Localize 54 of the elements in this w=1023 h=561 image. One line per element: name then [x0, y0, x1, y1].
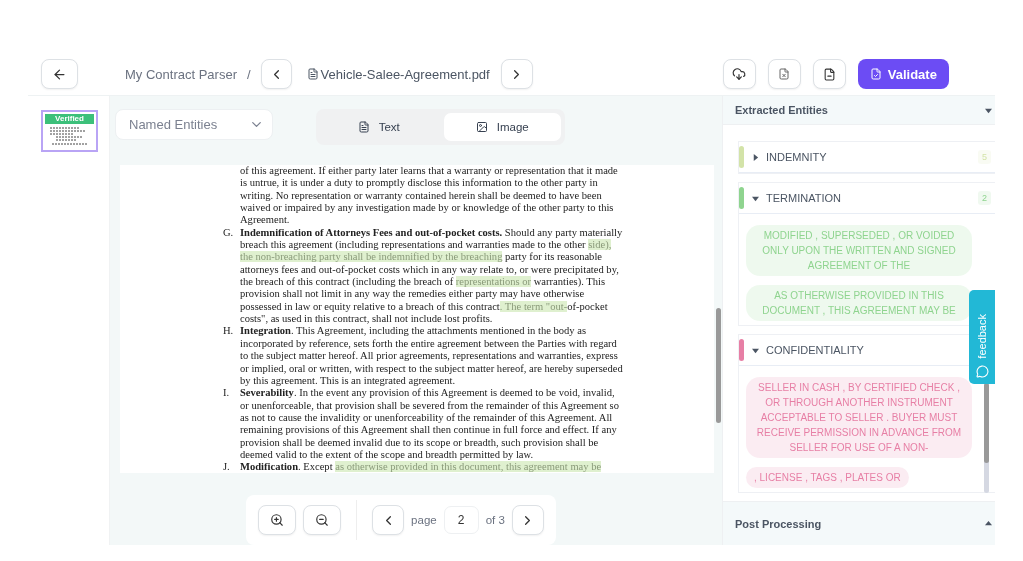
contract-clause: Indemnification of Attorneys Fees and out-of-pocket costs. Should any party materially breach this agreement (including representations and warranties made to the other side), the non-breaching party shall be indemnified by the breaching party for its reasonable attorneys fees and out-of-pocket costs which in any way relate to, or were precipitated by, the breach of this contract (including the breach of representations or warranties). This provision shall not limit in any way the remedies either party may have otherwise possessed in law or equity relative to a breach of this contract. The term "out-of-pocket costs", as used in this contract, shall not include lost profits. — [240, 226, 623, 326]
entity-count: 5 — [978, 150, 991, 164]
entity-group-toggle[interactable]: TERMINATION — [752, 192, 841, 204]
breadcrumb-link[interactable]: My Contract Parser — [125, 66, 237, 82]
chat-icon — [975, 365, 989, 378]
previous-page-button[interactable] — [372, 505, 405, 535]
export-button[interactable] — [767, 59, 801, 89]
zoom-in-icon — [270, 513, 285, 527]
clause-letter: G. — [223, 226, 235, 240]
contract-clause: Integration. This Agreement, including the attachments mentioned in the body as incorporated by reference, sets forth the entire agreement between the Parties with regard to the subject matter hereof. All prior agreements, representations and warranties, express or implied, oral or written, with respect to the subject matter hereof, are hereby superseded by this agreement. This is an integrated agreement. — [240, 325, 623, 388]
panel-title: Extracted Entities — [735, 104, 828, 116]
entity-group-toggle[interactable]: INDEMNITY — [752, 151, 827, 163]
entity-select[interactable]: Named Entities — [115, 109, 273, 140]
page-label: page — [411, 514, 437, 526]
previous-file-button[interactable] — [260, 59, 292, 89]
file-icon — [306, 68, 319, 80]
file-check-icon — [869, 68, 882, 80]
caret-down-icon — [752, 346, 759, 354]
next-page-button[interactable] — [511, 505, 544, 535]
contract-clause: of this agreement. If either party later learns that a warranty or representation that it made is untrue, it is under a duty to promptly disclose this information to the other party in writing. No representation or warranty contained herein shall be deemed to have been waived or impaired by any investigation made by or knowledge of the other party to this Agreement. — [240, 165, 619, 227]
image-icon — [475, 121, 488, 133]
file-x-icon — [778, 68, 791, 80]
document-button[interactable] — [812, 59, 846, 89]
clause-letter: H. — [223, 325, 235, 339]
caret-down-icon — [752, 194, 759, 202]
next-file-button[interactable] — [500, 59, 533, 89]
zoom-out-button[interactable] — [303, 505, 342, 535]
view-tab[interactable]: Text — [320, 113, 438, 141]
back-button[interactable] — [41, 59, 78, 89]
page-total: of 3 — [485, 514, 505, 526]
zoom-in-button[interactable] — [258, 505, 297, 535]
scrollbar-thumb[interactable] — [984, 383, 989, 463]
document-icon — [357, 121, 370, 133]
verified-badge: Verified — [45, 114, 94, 124]
zoom-out-icon — [315, 513, 330, 527]
scrollbar-thumb[interactable] — [716, 308, 722, 423]
clause-letter: I. — [223, 387, 231, 401]
clause-letter: J. — [223, 461, 231, 473]
view-tab[interactable]: Image — [443, 113, 561, 141]
cloud-download-icon — [732, 67, 747, 81]
contract-clause: Modification. Except as otherwise provided in this document, this agreement may be — [240, 461, 603, 473]
file-minus-icon — [822, 67, 836, 81]
page-number-field[interactable]: 2 — [443, 506, 479, 534]
entity-count: 2 — [978, 191, 991, 205]
caret-up-icon — [985, 520, 992, 527]
caret-right-icon — [752, 153, 759, 161]
panel-title: Post Processing — [735, 517, 822, 530]
validate-button[interactable]: Validate — [857, 59, 949, 89]
breadcrumb-separator: / — [247, 66, 251, 82]
caret-down-icon — [985, 106, 992, 114]
contract-clause: Severability. In the event any provision of this Agreement is deemed to be void, invalid, or unenforceable, that provision shall be severed from the remainder of this Agreement so as not to cause the invalidity or unenforceability of the remainder of this Agreement. All remaining provisions of this Agreement shall then continue in full force and effect. If any provision shall be deemed invalid due to its scope or breadth, such provision shall be deemed valid to the extent of the scope and breadth permitted by law. — [240, 387, 620, 462]
entity-group-toggle[interactable]: CONFIDENTIALITY — [752, 344, 864, 356]
download-button[interactable] — [722, 59, 756, 89]
file-name: Vehicle-Salee-Agreement.pdf — [320, 66, 490, 82]
